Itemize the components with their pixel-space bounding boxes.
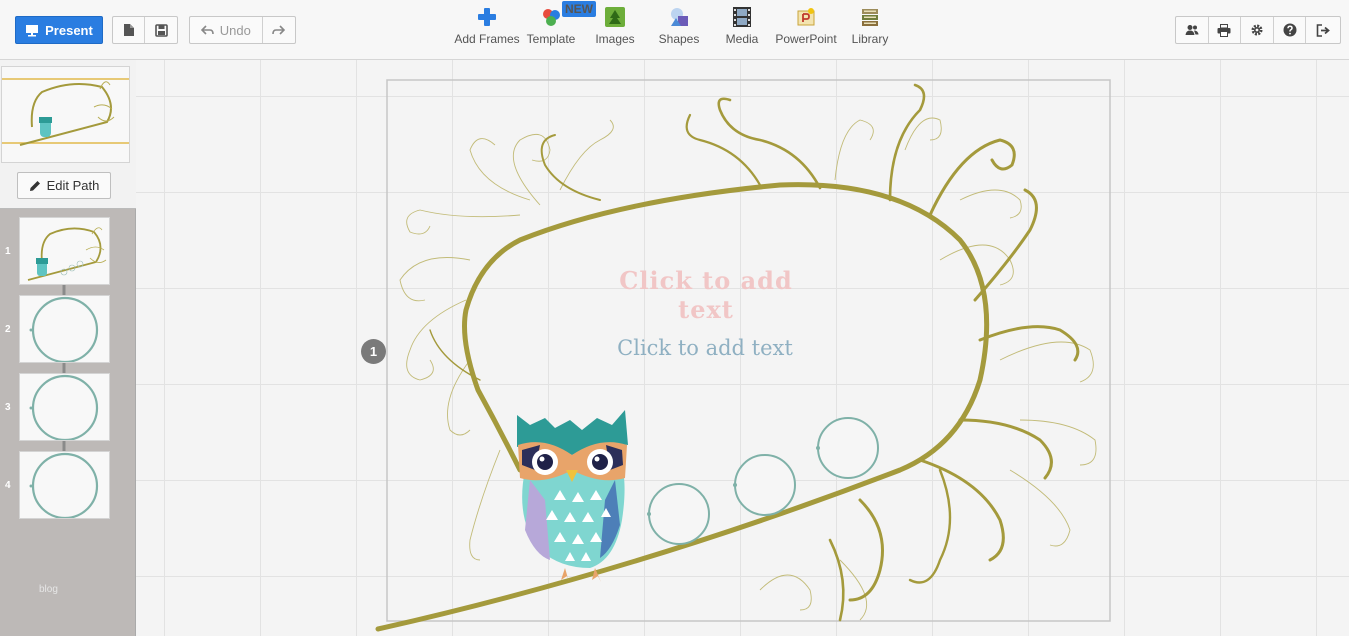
help-button[interactable] <box>1274 17 1307 43</box>
frame-thumbnail-4[interactable] <box>19 451 110 519</box>
frame-circle-2[interactable] <box>648 483 710 545</box>
pencil-icon <box>29 180 40 191</box>
new-file-button[interactable] <box>113 17 145 43</box>
exit-icon <box>1316 23 1331 37</box>
images-tool[interactable]: Images <box>580 6 650 54</box>
template-icon <box>543 9 560 26</box>
image-icon <box>605 7 625 27</box>
print-icon <box>1217 23 1231 37</box>
history-group: Undo <box>189 16 296 44</box>
edit-path-label: Edit Path <box>46 178 100 193</box>
media-tool[interactable]: Media <box>707 6 777 54</box>
library-label: Library <box>851 32 889 46</box>
subtitle-placeholder[interactable]: Click to add text <box>600 336 810 360</box>
editing-canvas[interactable]: Click to add text Click to add text 1 <box>136 60 1349 636</box>
frame-thumbnail-1[interactable] <box>19 217 110 285</box>
frame-circles <box>647 417 879 545</box>
save-button[interactable] <box>145 17 177 43</box>
undo-label: Undo <box>219 22 251 38</box>
shapes-icon <box>671 8 688 26</box>
frame-number-4: 4 <box>5 480 11 491</box>
overview-panel: Edit Path <box>0 60 136 209</box>
frame-thumbnail-4-circle <box>29 452 99 518</box>
present-label: Present <box>45 22 93 38</box>
gear-icon <box>1251 24 1263 36</box>
frame-number-3: 3 <box>5 402 11 413</box>
frame-sidebar: Edit Path 1 2 3 4 blog <box>0 60 136 636</box>
present-icon <box>26 24 39 36</box>
redo-button[interactable] <box>263 17 295 43</box>
powerpoint-icon <box>797 8 815 26</box>
film-icon <box>733 7 751 27</box>
frame-thumbnail-3[interactable] <box>19 373 110 441</box>
blog-link[interactable]: blog <box>39 584 58 595</box>
exit-button[interactable] <box>1306 17 1340 43</box>
decorative-swirls <box>399 117 1097 621</box>
owl-illustration[interactable] <box>517 410 628 582</box>
powerpoint-label: PowerPoint <box>775 32 837 46</box>
edit-path-button[interactable]: Edit Path <box>17 172 111 199</box>
frame-thumbnail-2[interactable] <box>19 295 110 363</box>
library-icon <box>862 9 878 26</box>
users-icon <box>1185 25 1199 35</box>
undo-icon <box>200 24 214 35</box>
title-placeholder[interactable]: Click to add text <box>596 266 816 324</box>
template-label: Template <box>526 32 576 46</box>
shapes-label: Shapes <box>658 32 700 46</box>
plus-icon <box>478 8 496 26</box>
help-icon <box>1283 23 1297 37</box>
powerpoint-tool[interactable]: PowerPoint <box>771 6 841 54</box>
frame-circle-4[interactable] <box>817 417 879 479</box>
shapes-tool[interactable]: Shapes <box>644 6 714 54</box>
right-tools-group <box>1175 16 1341 44</box>
frame-number-2: 2 <box>5 324 11 335</box>
file-icon <box>123 24 134 36</box>
frame-thumbnail-2-circle <box>29 296 99 362</box>
redo-icon <box>272 24 286 35</box>
overview-thumbnail[interactable] <box>1 66 130 163</box>
settings-button[interactable] <box>1241 17 1274 43</box>
save-icon <box>154 23 168 37</box>
undo-button[interactable]: Undo <box>190 17 263 43</box>
frame-thumbnail-1-art <box>27 227 107 281</box>
frame-circle-3[interactable] <box>734 454 796 516</box>
collaborate-button[interactable] <box>1176 17 1209 43</box>
images-label: Images <box>595 32 635 46</box>
path-step-number[interactable]: 1 <box>361 339 386 364</box>
add-frames-tool[interactable]: Add Frames <box>452 6 522 54</box>
template-tool[interactable]: NEW Template <box>516 1 596 54</box>
present-button[interactable]: Present <box>15 16 103 44</box>
add-frames-label: Add Frames <box>454 32 520 46</box>
file-group <box>112 16 178 44</box>
frame-number-1: 1 <box>5 246 11 257</box>
frame-thumbnail-3-circle <box>29 374 99 440</box>
print-button[interactable] <box>1209 17 1242 43</box>
overview-thumbnail-art <box>2 78 129 146</box>
library-tool[interactable]: Library <box>835 6 905 54</box>
toolbar: Present Undo Add Frames NEW Template Ima… <box>0 0 1349 60</box>
media-label: Media <box>725 32 759 46</box>
